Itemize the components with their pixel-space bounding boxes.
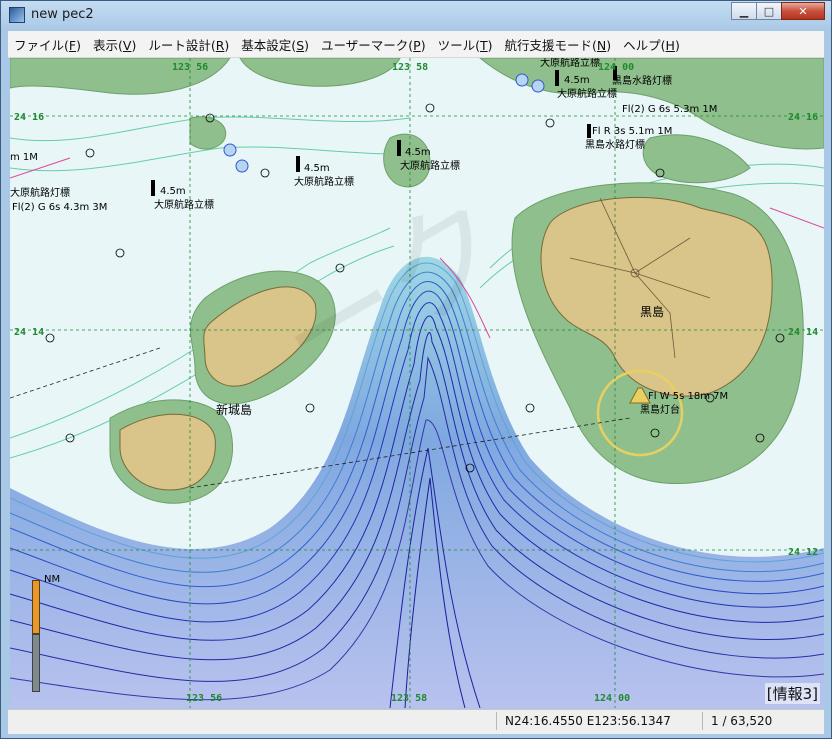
menu-accelerator: H <box>665 37 675 53</box>
chart-canvas[interactable]: ーク 123 56 123 58 124 00 123 56 123 58 12… <box>10 58 824 708</box>
menu-label: ツール( <box>437 37 480 53</box>
minimize-button[interactable]: ▁ <box>731 2 757 20</box>
menu-item-7[interactable]: ヘルプ(H) <box>617 35 686 54</box>
cursor-position: N24:16.4550 E123:56.1347 <box>496 712 702 730</box>
menu-label: 表示( <box>92 37 123 53</box>
beacon-name-2: 大原航路立標 <box>294 175 354 188</box>
menu-item-4[interactable]: ユーザーマーク(P) <box>315 35 432 54</box>
scale-unit-label: NM <box>44 574 61 585</box>
close-button[interactable]: ✕ <box>781 2 825 20</box>
app-icon <box>9 7 25 23</box>
island-name-kuroshima: 黒島 <box>640 304 664 319</box>
menu-item-5[interactable]: ツール(T) <box>432 35 499 54</box>
lon-bottom-3: 124 00 <box>594 693 630 704</box>
lon-top-2: 123 58 <box>392 62 428 73</box>
light-name-kuroshima-1: 黒島水路灯標 <box>612 74 672 87</box>
lighthouse-char: Fl W 5s 18m 7M <box>648 391 728 402</box>
left-edge-light-fragment: m 1M <box>10 152 38 163</box>
menu-item-2[interactable]: ルート設計(R) <box>142 35 235 54</box>
menu-label-tail: ) <box>487 37 493 53</box>
light-name-ohara: 大原航路灯標 <box>10 186 70 199</box>
beacon-depth-1: 4.5m <box>160 186 186 197</box>
light-name-kuroshima-2: 黒島水路灯標 <box>585 138 645 151</box>
lat-right-1: 24 16 <box>788 112 818 123</box>
info-button[interactable]: [情報3] <box>764 683 820 704</box>
menu-label: 航行支援モード( <box>504 37 597 53</box>
menu-item-6[interactable]: 航行支援モード(N) <box>499 35 618 54</box>
status-bar: N24:16.4550 E123:56.1347 1 / 63,520 <box>8 709 824 734</box>
beacon-depth-4: 4.5m <box>564 75 590 86</box>
island-name-aragusuku: 新城島 <box>216 402 252 417</box>
lon-top-3: 124 00 <box>598 62 634 73</box>
menu-accelerator: P <box>413 37 421 53</box>
light-char-kuroshima-1: Fl(2) G 6s 5.3m 1M <box>622 104 717 115</box>
scale-bar-upper <box>32 580 40 634</box>
menu-label-tail: ) <box>606 37 612 53</box>
lat-right-2: 24 14 <box>788 327 818 338</box>
top-beacon-name: 大原航路立標 <box>540 58 600 69</box>
app-window: new pec2 ▁ □ ✕ ファイル(F) 表示(V) ルート設計(R) 基本設定(… <box>0 0 832 739</box>
menu-item-1[interactable]: 表示(V) <box>87 35 142 54</box>
lat-left-1: 24 16 <box>14 112 44 123</box>
lat-left-2: 24 14 <box>14 327 44 338</box>
menu-label-tail: ) <box>420 37 426 53</box>
caption-buttons: ▁ □ ✕ <box>731 2 825 20</box>
menu-label-tail: ) <box>674 37 680 53</box>
maximize-button[interactable]: □ <box>756 2 782 20</box>
lon-top-1: 123 56 <box>172 62 208 73</box>
scale-bar <box>32 580 40 692</box>
menu-label-tail: ) <box>304 37 310 53</box>
nautical-chart[interactable]: ーク 123 56 123 58 124 00 123 56 123 58 12… <box>10 58 824 708</box>
lat-right-3: 24 12 <box>788 547 818 558</box>
beacon-depth-3: 4.5m <box>405 147 431 158</box>
beacon-name-4: 大原航路立標 <box>557 87 617 100</box>
menu-accelerator: F <box>68 37 77 53</box>
menu-item-0[interactable]: ファイル(F) <box>8 35 87 54</box>
menu-label: ヘルプ( <box>623 37 666 53</box>
light-char-ohara: Fl(2) G 6s 4.3m 3M <box>12 202 107 213</box>
scale-bar-lower <box>32 634 40 692</box>
title-bar[interactable]: new pec2 ▁ □ ✕ <box>1 1 831 29</box>
chart-scale: 1 / 63,520 <box>702 712 824 730</box>
menu-label-tail: ) <box>224 37 230 53</box>
beacon-depth-2: 4.5m <box>304 163 330 174</box>
window-title: new pec2 <box>31 7 94 22</box>
beacon-name-3: 大原航路立標 <box>400 159 460 172</box>
menu-label: 基本設定( <box>241 37 297 53</box>
menu-label-tail: ) <box>76 37 81 53</box>
menu-accelerator: T <box>479 37 488 53</box>
menu-label-tail: ) <box>131 37 137 53</box>
menu-item-3[interactable]: 基本設定(S) <box>235 35 315 54</box>
menu-label: ユーザーマーク( <box>321 37 414 53</box>
menu-bar: ファイル(F) 表示(V) ルート設計(R) 基本設定(S) ユーザーマーク(P) ツール… <box>8 31 824 58</box>
light-char-kuroshima-2: Fl R 3s 5.1m 1M <box>592 126 672 137</box>
menu-label: ファイル( <box>14 37 69 53</box>
menu-accelerator: N <box>596 37 607 53</box>
lighthouse-name: 黒島灯台 <box>640 403 680 416</box>
lon-bottom-2: 123 58 <box>391 693 427 704</box>
menu-label: ルート設計( <box>148 37 216 53</box>
lon-bottom-1: 123 56 <box>186 693 222 704</box>
menu-accelerator: S <box>296 37 305 53</box>
beacon-name-1: 大原航路立標 <box>154 198 214 211</box>
